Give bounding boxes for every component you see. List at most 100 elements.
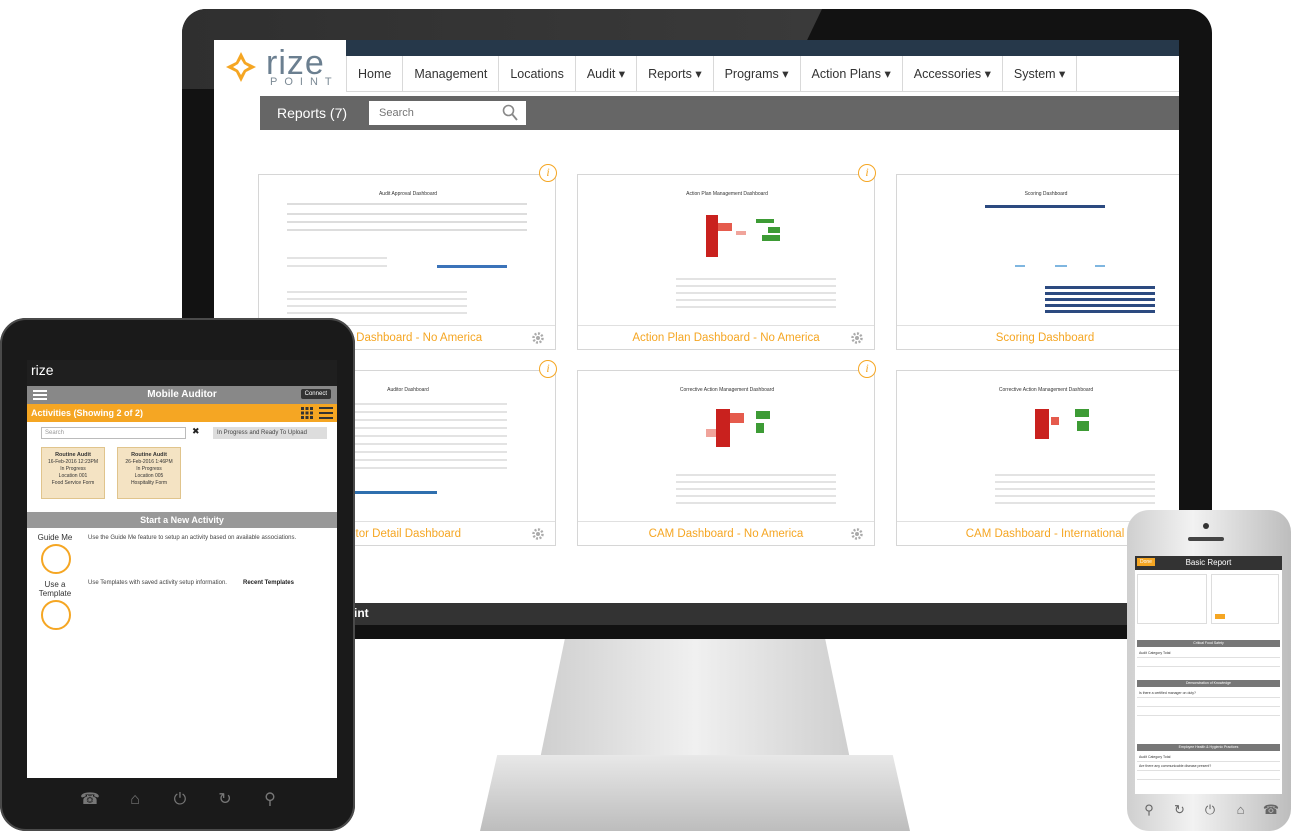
- table-row: [1137, 698, 1280, 707]
- phone-camera: [1203, 523, 1209, 529]
- refresh-icon[interactable]: ↻: [215, 790, 235, 810]
- thumb-title: Auditor Dashboard: [387, 387, 429, 393]
- tablet-search-input[interactable]: Search: [41, 427, 186, 439]
- search-icon[interactable]: [502, 104, 518, 122]
- nav-system[interactable]: System ▾: [1001, 56, 1078, 92]
- phone-end-icon[interactable]: ☎: [1262, 802, 1280, 820]
- table-row: Audit Category Total: [1137, 753, 1280, 762]
- info-icon[interactable]: i: [858, 360, 876, 378]
- thumb-title: Corrective Action Management Dashboard: [680, 387, 774, 393]
- report-thumbnail: Corrective Action Management Dashboard: [676, 387, 836, 504]
- card-title[interactable]: Action Plan Dashboard - No America: [578, 325, 874, 349]
- nav-reports[interactable]: Reports ▾: [636, 56, 713, 92]
- tablet-title: Mobile Auditor: [147, 389, 217, 400]
- activities-bar: Activities (Showing 2 of 2): [27, 404, 337, 422]
- tablet-screen: rize Mobile Auditor Connect Activities (…: [27, 360, 337, 778]
- card-title[interactable]: Scoring Dashboard: [897, 325, 1179, 349]
- tablet-nav-bar: ☎ ⌂ ⏻ ↻ ⚲: [80, 790, 280, 812]
- section-header: Critical Food Safety: [1137, 640, 1280, 647]
- report-thumbnail: Scoring Dashboard: [985, 191, 1155, 313]
- grid-view-icon[interactable]: [301, 407, 313, 419]
- rizepoint-logo[interactable]: rize POINT: [222, 44, 342, 94]
- thumb-title: Scoring Dashboard: [1025, 191, 1068, 197]
- phone-nav-bar: ⚲ ↻ ⏻ ⌂ ☎: [1140, 802, 1280, 820]
- top-strip: [346, 40, 1179, 56]
- gear-icon[interactable]: [531, 527, 545, 541]
- nav-programs[interactable]: Programs ▾: [712, 56, 800, 92]
- info-icon[interactable]: i: [539, 360, 557, 378]
- screen-footer: int: [214, 603, 1179, 625]
- guide-me-icon[interactable]: [41, 544, 71, 574]
- tile-form: Food Service Form: [51, 480, 95, 486]
- list-view-icon[interactable]: [319, 407, 333, 419]
- reports-title: Reports (7): [277, 105, 348, 121]
- nav-action-plans[interactable]: Action Plans ▾: [799, 56, 902, 92]
- tile-location: Location 005: [134, 473, 164, 479]
- nav-home[interactable]: Home: [346, 56, 402, 92]
- clear-search-icon[interactable]: ✖: [192, 426, 200, 437]
- tile-form: Hospitality Form: [130, 480, 168, 486]
- power-icon[interactable]: ⏻: [170, 790, 190, 810]
- nav-locations[interactable]: Locations: [498, 56, 575, 92]
- desktop-screen: rize POINT Home Management Locations Aud…: [214, 40, 1179, 625]
- power-icon[interactable]: ⏻: [1201, 802, 1219, 820]
- activity-tile[interactable]: Routine Audit 16-Feb-2016 12:23PM In Pro…: [41, 447, 105, 499]
- report-card[interactable]: Scoring Dashboard Scoring Dashboard: [896, 174, 1179, 350]
- main-nav: Home Management Locations Audit ▾ Report…: [346, 56, 1179, 92]
- phone-end-icon[interactable]: ☎: [80, 790, 100, 810]
- composite-stage: rize POINT Home Management Locations Aud…: [0, 0, 1295, 831]
- home-icon[interactable]: ⌂: [1232, 802, 1250, 820]
- home-icon[interactable]: ⌂: [125, 790, 145, 810]
- report-card[interactable]: Action Plan Management Dashboard Action …: [577, 174, 875, 350]
- table-row: Audit Category Total: [1137, 649, 1280, 658]
- thumb-title: Corrective Action Management Dashboard: [999, 387, 1093, 393]
- search-icon[interactable]: ⚲: [260, 790, 280, 810]
- report-card[interactable]: Corrective Action Management Dashboard C…: [577, 370, 875, 546]
- gear-icon[interactable]: [850, 527, 864, 541]
- report-thumbnail: Action Plan Management Dashboard: [676, 191, 836, 308]
- tablet-brand-bar: rize: [27, 360, 337, 386]
- monitor-base: [480, 755, 910, 831]
- section-header: Demonstration of Knowledge: [1137, 680, 1280, 687]
- template-icon[interactable]: [41, 600, 71, 630]
- nav-accessories[interactable]: Accessories ▾: [901, 56, 1002, 92]
- card-title[interactable]: CAM Dashboard - No America: [578, 521, 874, 545]
- nav-audit[interactable]: Audit ▾: [574, 56, 636, 92]
- nav-management[interactable]: Management: [402, 56, 498, 92]
- connect-button[interactable]: Connect: [300, 389, 331, 399]
- tile-status: In Progress: [136, 466, 162, 472]
- activities-title: Activities (Showing 2 of 2): [31, 408, 144, 418]
- activity-tile[interactable]: Routine Audit 26-Feb-2016 1:46PM In Prog…: [117, 447, 181, 499]
- table-row: [1137, 707, 1280, 716]
- search-icon[interactable]: ⚲: [1140, 802, 1158, 820]
- reports-toolbar: Reports (7): [260, 96, 1179, 130]
- tablet-logo: rize: [31, 362, 54, 378]
- template-desc: Use Templates with saved activity setup …: [88, 580, 227, 586]
- info-icon[interactable]: i: [539, 164, 557, 182]
- apply-button[interactable]: [1215, 614, 1225, 619]
- search-input[interactable]: [369, 101, 489, 125]
- guide-me-label[interactable]: Guide Me: [33, 533, 77, 542]
- use-template-label[interactable]: Use a Template: [33, 580, 77, 598]
- section-header: Employee Health & Hygienic Practices: [1137, 744, 1280, 751]
- gear-icon[interactable]: [850, 331, 864, 345]
- tile-date: 16-Feb-2016 12:23PM: [47, 459, 99, 465]
- report-thumbnail: Audit Approval Dashboard: [287, 191, 527, 314]
- report-thumbnail: Corrective Action Management Dashboard: [995, 387, 1155, 504]
- table-row: [1137, 771, 1280, 780]
- tile-name: Routine Audit: [131, 452, 167, 458]
- gear-icon[interactable]: [531, 331, 545, 345]
- tablet-title-bar: Mobile Auditor Connect: [27, 386, 337, 404]
- account-info: [1137, 574, 1207, 624]
- guide-me-desc: Use the Guide Me feature to setup an act…: [88, 535, 297, 541]
- recent-templates-label: Recent Templates: [243, 580, 294, 586]
- phone-speaker: [1188, 537, 1224, 541]
- search-box: [369, 101, 526, 125]
- monitor-neck: [540, 639, 850, 759]
- report-filter-panel: [1135, 570, 1282, 632]
- tile-status: In Progress: [60, 466, 86, 472]
- phone-title: Basic Report: [1185, 558, 1232, 567]
- status-filter-select[interactable]: In Progress and Ready To Upload: [213, 427, 327, 439]
- info-icon[interactable]: i: [858, 164, 876, 182]
- refresh-icon[interactable]: ↻: [1171, 802, 1189, 820]
